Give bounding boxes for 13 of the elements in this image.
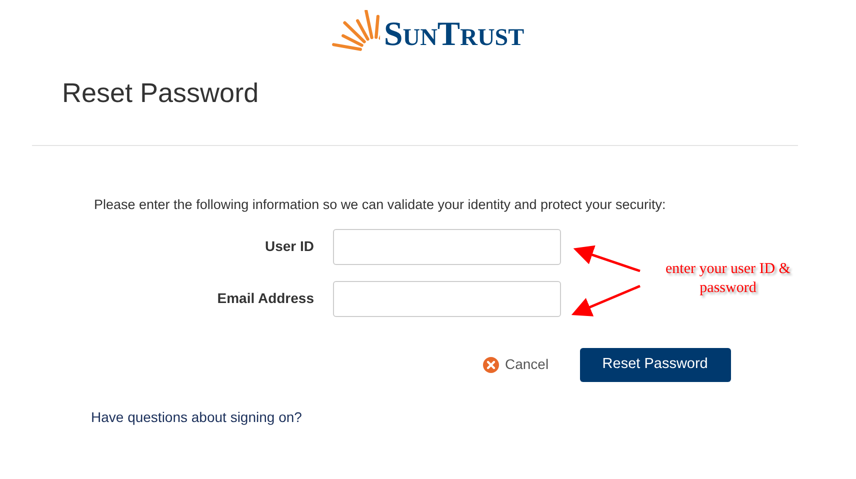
field-label: User ID — [264, 237, 314, 256]
logo-text: SunTrust — [384, 18, 524, 52]
sun-rays-icon — [332, 10, 380, 54]
cancel-button[interactable]: Cancel — [483, 354, 549, 375]
page-title: Reset Password — [62, 80, 260, 107]
instructions-text: Please enter the following information so we can validate your identity and protect your security: — [94, 198, 667, 212]
annotation-text: enter your user ID & password — [664, 260, 792, 298]
help-link[interactable]: Have questions about signing on? — [91, 406, 302, 428]
reset-password-button[interactable]: Reset Password — [580, 348, 731, 382]
field-label: Email Address — [216, 289, 314, 308]
input-field[interactable] — [333, 228, 561, 264]
input-field[interactable] — [333, 280, 561, 316]
close-icon — [483, 356, 499, 372]
